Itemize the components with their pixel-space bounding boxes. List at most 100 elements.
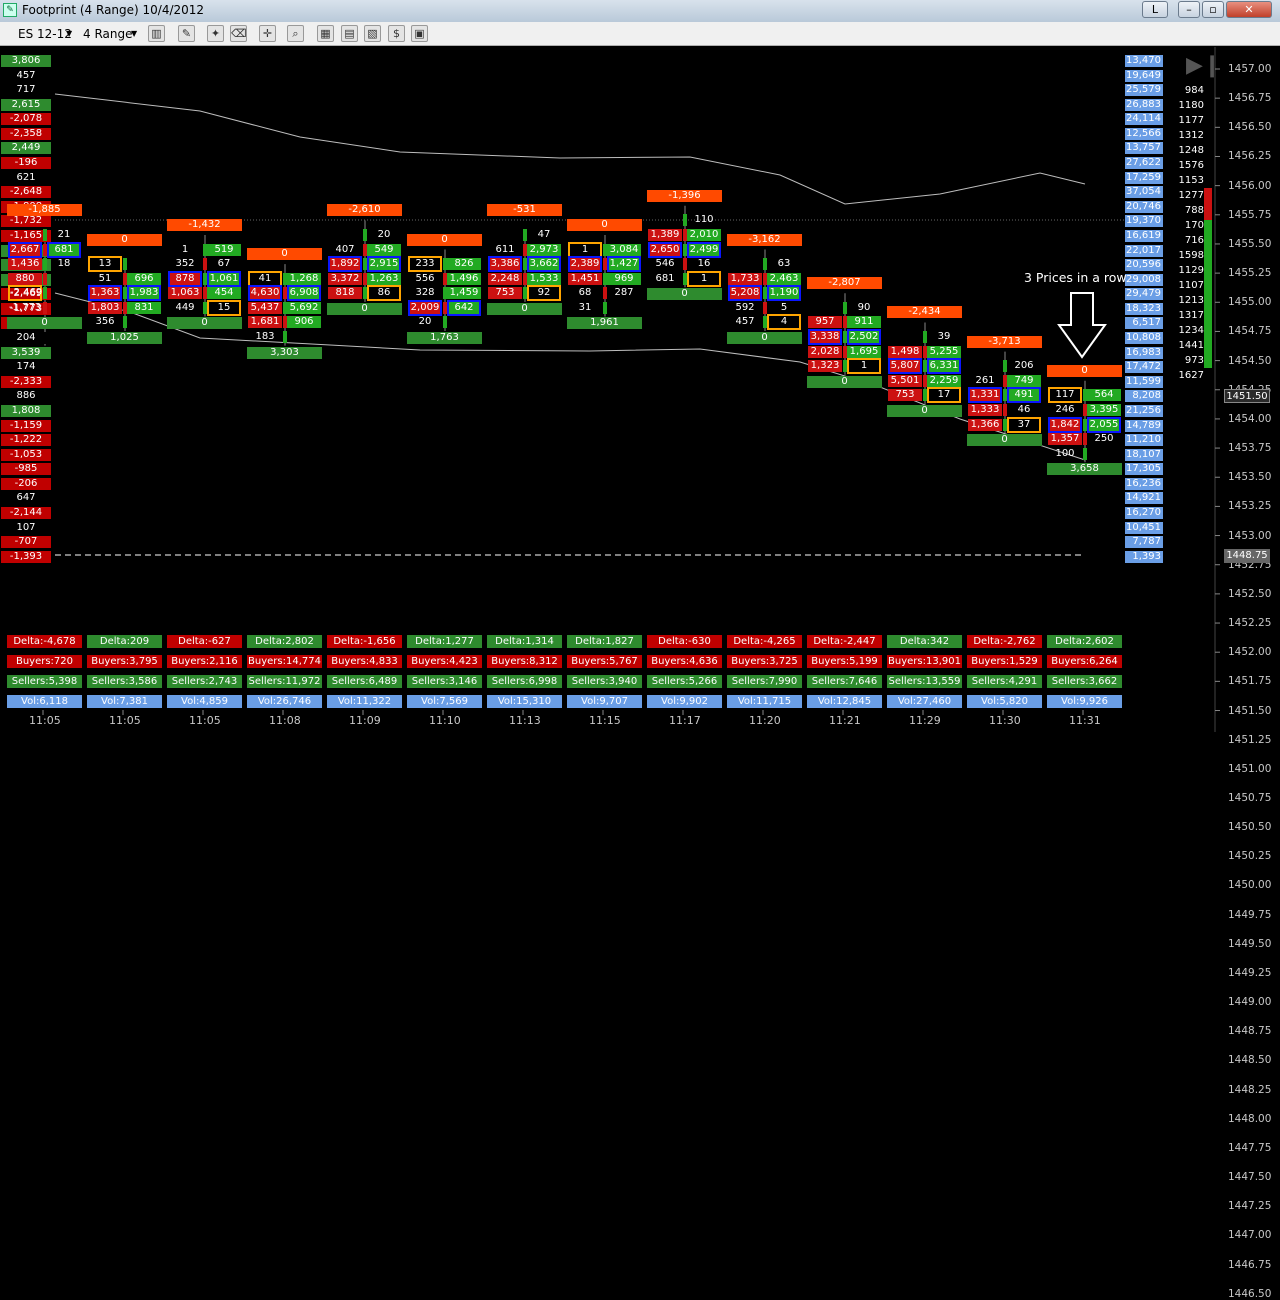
candle-body	[763, 258, 767, 271]
price-axis-label: 1455.00	[1228, 296, 1272, 309]
left-delta-cell: -2,144	[1, 506, 51, 519]
bar-sellers-stat: Sellers:11,972	[247, 675, 322, 688]
volume-profile-cell: 10,451	[1125, 521, 1163, 534]
left-delta-cell: 647	[1, 492, 51, 505]
candle-body	[443, 316, 447, 329]
zoom-icon[interactable]: ⌕	[287, 25, 304, 42]
time-axis-label: 11:05	[189, 714, 221, 727]
bid-volume-cell: 328	[415, 287, 435, 299]
candle-body	[283, 301, 287, 314]
bid-volume-cell: 556	[415, 272, 435, 284]
left-delta-cell: -1,393	[1, 550, 51, 563]
bar-volume-stat: Vol:5,820	[967, 695, 1042, 708]
bar-delta-stat: Delta:1,314	[487, 635, 562, 648]
chevron-down-icon[interactable]: ▼	[66, 25, 72, 43]
candle-body	[1083, 433, 1087, 446]
candle-body	[43, 258, 47, 271]
skip-forward-icon[interactable]: ▶❙	[1186, 55, 1221, 77]
volume-profile-cell: 37,054	[1125, 186, 1163, 199]
bid-volume-cell: 1,681	[248, 316, 282, 329]
bar-buyers-stat: Buyers:4,636	[647, 655, 722, 668]
bar-bottom-value: 0	[167, 317, 242, 330]
ask-volume-cell: 5	[780, 301, 788, 313]
language-button[interactable]: L	[1142, 1, 1168, 18]
bar-bottom-value: 0	[967, 434, 1042, 447]
indicators-icon[interactable]: ▤	[341, 25, 358, 42]
bid-volume-cell: 13	[88, 256, 122, 273]
bar-top-delta: -1,885	[7, 204, 82, 217]
candle-body	[523, 287, 527, 300]
time-axis-label: 11:15	[589, 714, 621, 727]
chart-style-icon[interactable]: ▥	[148, 25, 165, 42]
candle-body	[363, 228, 367, 241]
bar-volume-stat: Vol:15,310	[487, 695, 562, 708]
bid-volume-cell: 1,498	[888, 345, 922, 358]
minimize-icon[interactable]: –	[1178, 1, 1200, 18]
instrument-selector[interactable]: ES 12-12	[18, 25, 72, 43]
bid-volume-cell: 1,331	[968, 387, 1002, 404]
bar-sellers-stat: Sellers:3,940	[567, 675, 642, 688]
crosshair-icon[interactable]: ✛	[259, 25, 276, 42]
ask-volume-cell: 911	[847, 316, 881, 329]
maximize-icon[interactable]: ▫	[1202, 1, 1224, 18]
bar-top-delta: -2,807	[807, 277, 882, 290]
left-delta-cell: 2,615	[1, 98, 51, 111]
properties-icon[interactable]: ▦	[317, 25, 334, 42]
volume-profile-cell: 17,305	[1125, 463, 1163, 476]
bar-sellers-stat: Sellers:3,146	[407, 675, 482, 688]
bar-sellers-stat: Sellers:7,990	[727, 675, 802, 688]
ask-volume-cell: 519	[207, 243, 241, 256]
candle-body	[603, 272, 607, 285]
bid-volume-cell: 1,357	[1048, 433, 1082, 446]
ask-volume-cell: 37	[1007, 416, 1041, 433]
ask-volume-cell: 5,692	[287, 301, 321, 314]
candle-body	[283, 287, 287, 300]
data-box-icon[interactable]: ▣	[411, 25, 428, 42]
time-axis-label: 11:05	[109, 714, 141, 727]
candle-body	[683, 214, 687, 227]
bar-bottom-value: 0	[887, 404, 962, 417]
strategies-icon[interactable]: ▧	[364, 25, 381, 42]
ask-volume-cell: 20	[377, 228, 391, 240]
left-delta-cell: -196	[1, 157, 51, 170]
volume-profile-cell: 25,579	[1125, 84, 1163, 97]
chevron-down-icon[interactable]: ▼	[131, 25, 137, 43]
ask-volume-cell: 21	[57, 228, 71, 240]
money-icon[interactable]: $	[388, 25, 405, 42]
ask-volume-cell: 1,427	[607, 256, 641, 273]
left-delta-cell: 457	[1, 69, 51, 82]
volume-profile-cell: 17,259	[1125, 171, 1163, 184]
footprint-chart[interactable]: 3,806 457 717 2,615 -2,078 -2,358 2,449 -196 621…	[0, 47, 1280, 1300]
volume-profile-cell: 16,983	[1125, 346, 1163, 359]
cumulative-delta-label: 1129	[1178, 265, 1204, 276]
bar-buyers-stat: Buyers:1,529	[967, 655, 1042, 668]
close-icon[interactable]: ✕	[1226, 1, 1272, 18]
cumulative-delta-label: 1312	[1178, 130, 1204, 141]
cumulative-delta-bar-red	[1204, 188, 1212, 220]
candle-body	[363, 272, 367, 285]
pin-icon[interactable]: ✦	[207, 25, 224, 42]
bid-volume-cell: 2,667	[8, 241, 42, 258]
cumulative-delta-label: 1627	[1178, 370, 1204, 381]
bar-bottom-value: 0	[487, 302, 562, 315]
candle-body	[523, 243, 527, 256]
ask-volume-cell: 1,190	[767, 285, 801, 302]
candle-body	[683, 243, 687, 256]
bid-volume-cell: -2,469	[8, 285, 42, 302]
bar-buyers-stat: Buyers:5,767	[567, 655, 642, 668]
bid-volume-cell: 5,208	[728, 285, 762, 302]
price-axis-label: 1447.50	[1228, 1171, 1272, 1184]
ask-volume-cell: 1,061	[207, 270, 241, 287]
candle-body	[763, 316, 767, 329]
cumulative-delta-label: 1576	[1178, 160, 1204, 171]
volume-profile-cell: 19,370	[1125, 215, 1163, 228]
bar-volume-stat: Vol:26,746	[247, 695, 322, 708]
volume-profile-cell: 29,479	[1125, 288, 1163, 301]
interval-selector[interactable]: 4 Range	[83, 25, 132, 43]
ask-volume-cell: 2,259	[927, 374, 961, 387]
time-axis-label: 11:31	[1069, 714, 1101, 727]
eraser-icon[interactable]: ⌫	[230, 25, 247, 42]
pencil-icon[interactable]: ✎	[178, 25, 195, 42]
ask-volume-cell: 969	[607, 272, 641, 285]
bid-volume-cell: 407	[335, 243, 355, 255]
